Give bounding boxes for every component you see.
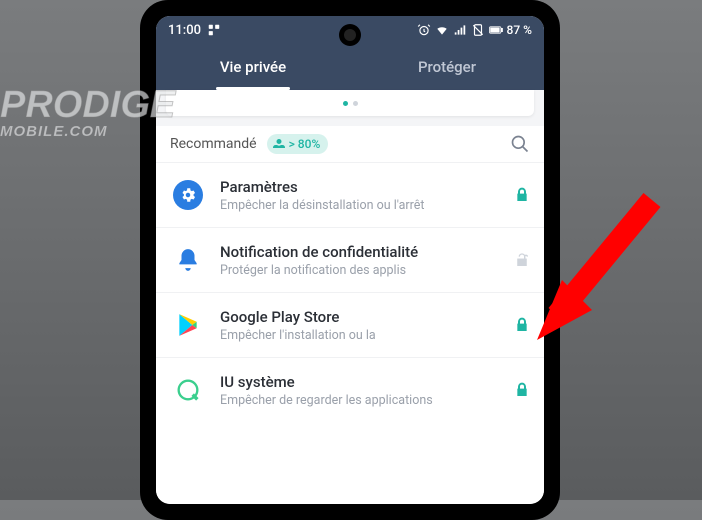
alarm-icon [417,23,431,37]
item-subtitle: Empêcher la désinstallation ou l'arrêt [220,198,500,213]
item-title: Paramètres [220,178,500,196]
item-subtitle: Protéger la notification des applis [220,263,500,278]
app-list: Paramètres Empêcher la désinstallation o… [156,162,544,504]
item-subtitle: Empêcher l'installation ou la [220,328,500,343]
tab-label: Vie privée [220,58,286,76]
wifi-icon [435,23,449,37]
item-title: Google Play Store [220,308,500,326]
list-item-notification[interactable]: Notification de confidentialité Protéger… [156,227,544,292]
bell-icon [170,242,206,278]
no-sim-icon [471,23,485,37]
list-item-systemui[interactable]: IU système Empêcher de regarder les appl… [156,357,544,422]
tab-privacy[interactable]: Vie privée [156,44,350,90]
screen: 11:00 87 % Vie privée Protéger [156,16,544,504]
status-battery-text: 87 % [507,23,532,37]
page-dot [343,101,348,106]
recommended-label: Recommandé [170,136,257,152]
list-item-playstore[interactable]: Google Play Store Empêcher l'installatio… [156,292,544,357]
search-icon[interactable] [510,134,530,154]
battery-icon [489,23,503,37]
unlock-icon[interactable] [514,252,530,268]
lock-icon[interactable] [514,187,530,203]
android-q-icon [170,372,206,408]
camera-notch [339,24,361,46]
tab-bar: Vie privée Protéger [156,44,544,90]
list-item-parametres[interactable]: Paramètres Empêcher la désinstallation o… [156,162,544,227]
percent-badge: > 80% [267,134,329,154]
signal-icon [453,23,467,37]
item-title: IU système [220,373,500,391]
lock-icon[interactable] [514,317,530,333]
play-store-icon [170,307,206,343]
lock-icon[interactable] [514,382,530,398]
pager-dots [166,90,534,116]
item-title: Notification de confidentialité [220,243,500,261]
status-time: 11:00 [168,23,201,38]
settings-icon [170,177,206,213]
page-dot [353,101,358,106]
phone-frame: 11:00 87 % Vie privée Protéger [140,0,560,520]
section-header: Recommandé > 80% [156,126,544,162]
item-subtitle: Empêcher de regarder les applications [220,393,500,408]
tab-protect[interactable]: Protéger [350,44,544,90]
tab-label: Protéger [418,58,476,76]
apps-icon [207,23,221,37]
